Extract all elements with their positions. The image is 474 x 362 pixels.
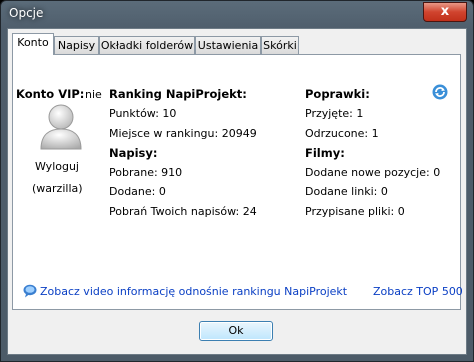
corrections-heading: Poprawki: — [305, 87, 370, 101]
rank-label: Miejsce w rankingu: 20949 — [109, 127, 257, 140]
top500-link[interactable]: Zobacz TOP 500 — [373, 285, 463, 298]
speech-bubble-icon — [23, 284, 37, 298]
ranking-heading: Ranking NapiProjekt: — [109, 87, 247, 101]
downloaded-label: Pobrane: 910 — [109, 166, 183, 179]
tab-skorki[interactable]: Skórki — [261, 36, 299, 54]
movies-heading: Filmy: — [305, 146, 345, 160]
window-title: Opcje — [9, 6, 44, 20]
your-downloads-label: Pobrań Twoich napisów: 24 — [109, 205, 257, 218]
konto-panel: Konto VIP: nie Wyloguj (warzilla) Rankin… — [12, 54, 463, 310]
new-items-label: Dodane nowe pozycje: 0 — [305, 166, 441, 179]
tab-ustawienia[interactable]: Ustawienia — [195, 36, 261, 54]
subtitles-heading: Napisy: — [109, 146, 158, 160]
tab-konto[interactable]: Konto — [12, 33, 54, 55]
options-window: Opcje x Konto Napisy Okładki folderów Us… — [0, 0, 474, 362]
vip-value: nie — [85, 88, 102, 101]
accepted-label: Przyjęte: 1 — [305, 107, 364, 120]
username-label: (warzilla) — [32, 182, 83, 195]
added-links-label: Dodane linki: 0 — [305, 185, 388, 198]
video-info-link[interactable]: Zobacz video informację odnośnie ranking… — [40, 285, 347, 298]
assigned-files-label: Przypisane pliki: 0 — [305, 205, 405, 218]
ok-button[interactable]: Ok — [199, 321, 273, 341]
close-button[interactable]: x — [423, 2, 467, 22]
rejected-label: Odrzucone: 1 — [305, 127, 379, 140]
points-label: Punktów: 10 — [109, 107, 177, 120]
tab-okladki-folderow[interactable]: Okładki folderów — [99, 36, 195, 54]
vip-label: Konto VIP: — [16, 87, 85, 101]
logout-link[interactable]: Wyloguj — [35, 160, 79, 173]
refresh-icon[interactable] — [432, 84, 448, 100]
title-bar[interactable]: Opcje x — [1, 1, 473, 27]
added-label: Dodane: 0 — [109, 185, 166, 198]
user-avatar-icon — [40, 104, 82, 150]
dialog-client: Konto Napisy Okładki folderów Ustawienia… — [7, 28, 467, 355]
tab-napisy[interactable]: Napisy — [54, 36, 99, 54]
